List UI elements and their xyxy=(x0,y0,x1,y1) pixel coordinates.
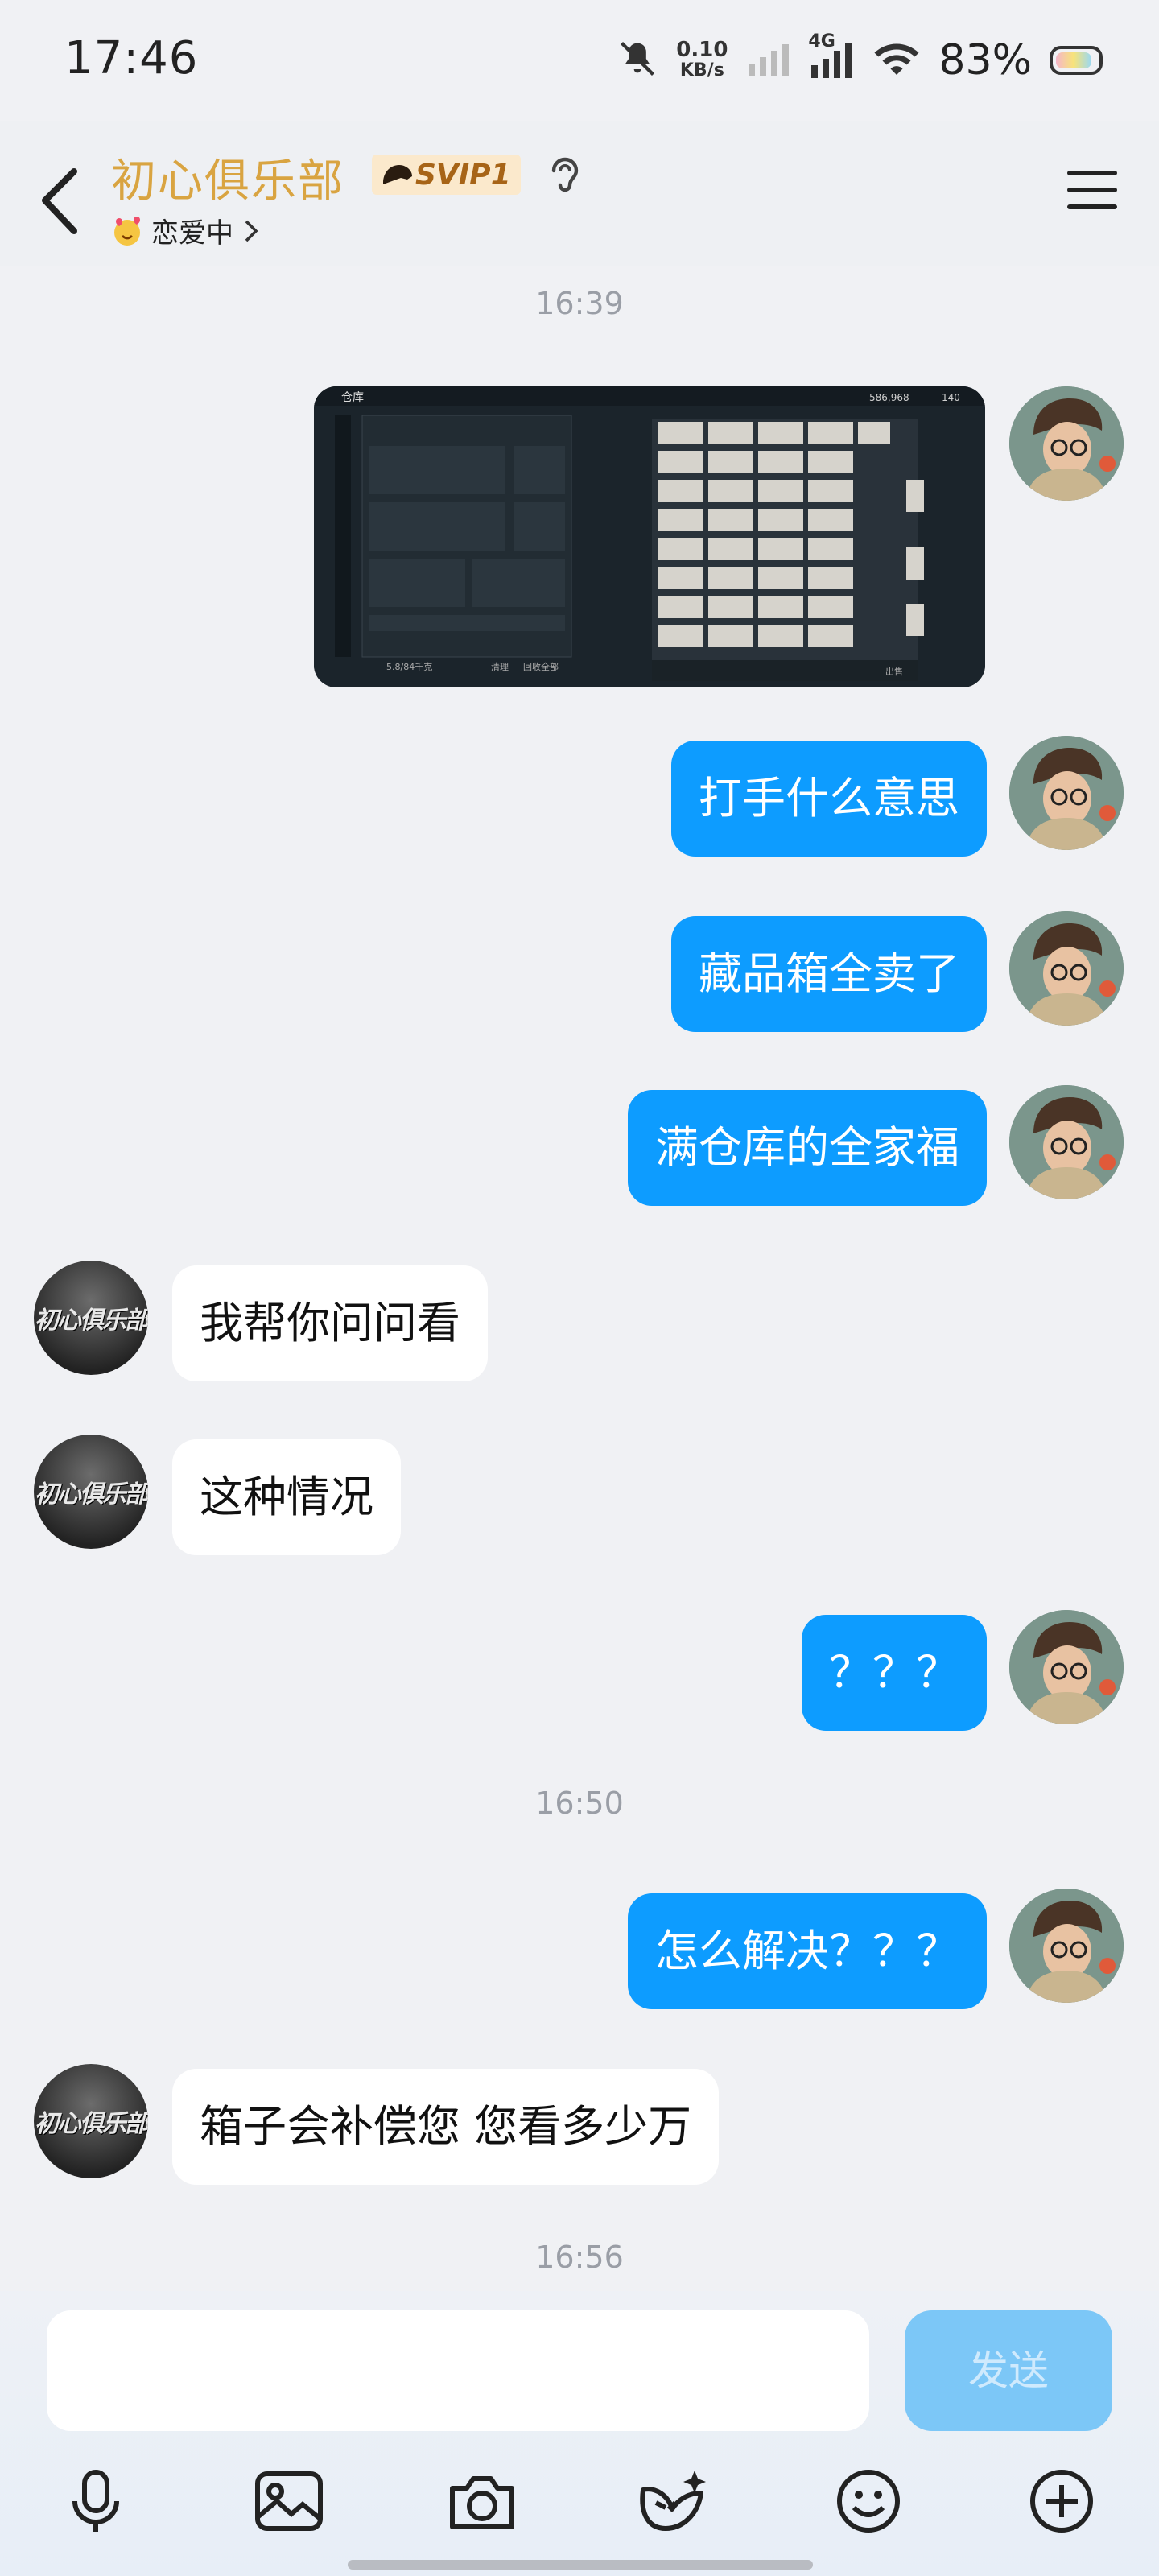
message-bubble-in[interactable]: 箱子会补偿您 您看多少万 xyxy=(172,2069,720,2185)
avatar-illustration xyxy=(1009,1610,1124,1724)
screenshot-currency: 586,968 xyxy=(869,392,909,403)
screenshot-title: 仓库 xyxy=(341,391,364,404)
avatar-illustration xyxy=(1009,1889,1124,2003)
message-bubble-out[interactable]: ？？？ xyxy=(802,1615,987,1731)
signal-4g-icon: 4G xyxy=(808,31,855,81)
avatar-illustration xyxy=(1009,911,1124,1026)
club-avatar[interactable]: 初心俱乐部 xyxy=(34,1435,148,1549)
screenshot-btn-recycle: 回收全部 xyxy=(523,661,559,672)
screenshot-count: 140 xyxy=(942,392,960,403)
back-button[interactable] xyxy=(39,165,80,241)
hamburger-icon xyxy=(1067,171,1117,209)
chat-header: 初心俱乐部 SVIP1 恋爱中 xyxy=(0,121,1159,266)
message-bubble-out[interactable]: 怎么解决？？？ xyxy=(628,1893,987,2009)
message-input[interactable] xyxy=(47,2310,869,2431)
screenshot-btn-clear: 清理 xyxy=(491,662,509,672)
screenshot-weight: 5.8/84千克 xyxy=(386,662,432,672)
message-bubble-out[interactable]: 满仓库的全家福 xyxy=(628,1090,987,1206)
status-time: 17:46 xyxy=(64,32,199,85)
net-speed-unit: KB/s xyxy=(679,60,724,80)
avatar-illustration xyxy=(1009,386,1124,501)
club-avatar[interactable]: 初心俱乐部 xyxy=(34,2064,148,2178)
chevron-left-icon xyxy=(42,168,77,234)
game-inventory-screenshot: 仓库 586,968 140 5.8/84千克 清理 回收全部 出售 xyxy=(314,386,985,687)
home-indicator[interactable] xyxy=(348,2560,813,2570)
my-avatar[interactable] xyxy=(1009,1085,1124,1199)
club-avatar[interactable]: 初心俱乐部 xyxy=(34,1261,148,1375)
plus-icon xyxy=(1030,2470,1093,2533)
camera-button[interactable] xyxy=(438,2457,526,2545)
my-avatar[interactable] xyxy=(1009,736,1124,850)
message-bubble-out[interactable]: 打手什么意思 xyxy=(671,741,987,857)
sticker-button[interactable] xyxy=(628,2457,716,2545)
screenshot-btn-sell: 出售 xyxy=(885,666,903,677)
image-message[interactable]: 仓库 586,968 140 5.8/84千克 清理 回收全部 出售 xyxy=(314,386,985,687)
avatar-illustration xyxy=(1009,736,1124,850)
avatar-illustration xyxy=(1009,1085,1124,1199)
message-bubble-in[interactable]: 这种情况 xyxy=(172,1439,401,1555)
net-speed: 0.10 KB/s xyxy=(676,39,728,81)
send-button[interactable]: 发送 xyxy=(905,2310,1112,2431)
my-avatar[interactable] xyxy=(1009,386,1124,501)
image-icon xyxy=(255,2471,323,2531)
emoji-icon xyxy=(837,2470,900,2533)
message-bubble-out[interactable]: 藏品箱全卖了 xyxy=(671,916,987,1032)
my-avatar[interactable] xyxy=(1009,911,1124,1026)
signal-weak-icon xyxy=(745,41,790,80)
input-bar: 发送 xyxy=(0,2291,1159,2576)
timestamp: 16:56 xyxy=(535,2240,624,2275)
subtitle-text: 恋爱中 xyxy=(151,217,233,250)
timestamp: 16:50 xyxy=(535,1785,624,1821)
emoji-button[interactable] xyxy=(824,2457,913,2545)
voice-button[interactable] xyxy=(52,2457,140,2545)
status-bar: 17:46 0.10 KB/s 4G 83% xyxy=(0,0,1159,121)
message-bubble-in[interactable]: 我帮你问问看 xyxy=(172,1265,488,1381)
ear-icon xyxy=(551,157,579,192)
album-button[interactable] xyxy=(245,2457,333,2545)
mute-icon xyxy=(617,38,658,83)
sticker-icon xyxy=(640,2471,706,2531)
network-type: 4G xyxy=(808,31,835,52)
love-emoji-icon xyxy=(114,216,140,246)
club-logo-text: 初心俱乐部 xyxy=(35,1307,148,1335)
ear-button[interactable] xyxy=(547,155,580,200)
mic-icon xyxy=(72,2470,119,2532)
svip-badge: SVIP1 xyxy=(372,155,521,195)
wifi-icon xyxy=(872,39,921,82)
menu-button[interactable] xyxy=(1066,167,1119,216)
more-button[interactable] xyxy=(1017,2457,1106,2545)
toolbar xyxy=(0,2457,1159,2545)
status-icons: 0.10 KB/s 4G 83% xyxy=(617,31,1103,89)
chevron-right-icon xyxy=(245,220,258,242)
net-speed-value: 0.10 xyxy=(676,38,728,62)
crown-helmet-icon xyxy=(383,165,412,184)
timestamp: 16:39 xyxy=(535,286,624,321)
battery-icon xyxy=(1050,46,1103,75)
my-avatar[interactable] xyxy=(1009,1610,1124,1724)
camera-icon xyxy=(450,2476,514,2529)
club-logo-text: 初心俱乐部 xyxy=(35,1480,148,1509)
battery-percent: 83% xyxy=(938,36,1032,85)
relationship-status[interactable]: 恋爱中 xyxy=(111,211,261,250)
club-logo-text: 初心俱乐部 xyxy=(35,2110,148,2138)
my-avatar[interactable] xyxy=(1009,1889,1124,2003)
svip-label: SVIP1 xyxy=(415,158,511,192)
chat-title[interactable]: 初心俱乐部 xyxy=(111,145,344,210)
